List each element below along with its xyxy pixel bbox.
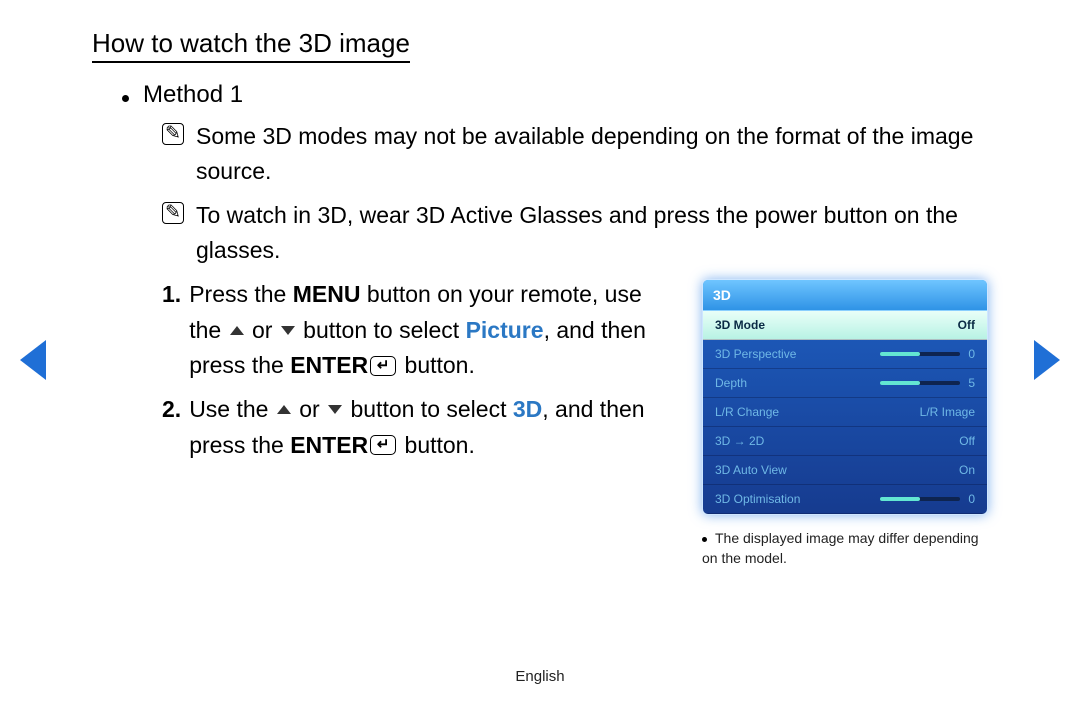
menu-keyword: MENU (293, 281, 361, 307)
text: button. (398, 352, 475, 378)
osd-row-value: 5 (968, 376, 975, 390)
caption-text: The displayed image may differ depending… (702, 530, 979, 566)
osd-row-label: L/R Change (715, 405, 779, 419)
slider-fill (880, 381, 920, 385)
osd-row-label: 3D Perspective (715, 347, 796, 361)
page-title: How to watch the 3D image (92, 28, 410, 63)
osd-menu-title: 3D (703, 280, 987, 311)
step-text: Use the or button to select 3D, and then… (189, 392, 670, 463)
text: button to select (297, 317, 466, 343)
osd-menu-row[interactable]: 3D → 2D Off (703, 427, 987, 456)
slider-track[interactable] (880, 497, 960, 501)
3d-keyword: 3D (513, 396, 542, 422)
osd-menu-row[interactable]: L/R Change L/R Image (703, 398, 987, 427)
slider-fill (880, 352, 920, 356)
note-icon: ✎ (162, 123, 184, 145)
osd-row-value-wrap: L/R Image (920, 405, 975, 419)
osd-row-label: 3D Optimisation (715, 492, 800, 506)
notes-block: ✎ Some 3D modes may not be available dep… (162, 119, 988, 267)
slider-track[interactable] (880, 381, 960, 385)
image-caption: The displayed image may differ depending… (702, 529, 988, 568)
note-icon: ✎ (162, 202, 184, 224)
note-item: ✎ Some 3D modes may not be available dep… (162, 119, 988, 188)
osd-row-label: 3D Mode (715, 318, 765, 332)
text: or (246, 317, 279, 343)
enter-icon: ↵ (370, 356, 396, 376)
osd-menu-row[interactable]: 3D Optimisation 0 (703, 485, 987, 514)
osd-row-value: L/R Image (920, 405, 975, 419)
osd-row-value-wrap: Off (959, 434, 975, 448)
slider-fill (880, 497, 920, 501)
page-footer-language: English (0, 668, 1080, 685)
text: button. (398, 432, 475, 458)
down-arrow-icon (328, 405, 342, 414)
manual-page: How to watch the 3D image Method 1 ✎ Som… (0, 0, 1080, 568)
method-heading: Method 1 (122, 81, 988, 109)
osd-row-value: 0 (968, 492, 975, 506)
steps-list: 1. Press the MENU button on your remote,… (162, 277, 670, 463)
step-text: Press the MENU button on your remote, us… (189, 277, 670, 384)
step-number: 2. (162, 392, 181, 463)
enter-keyword: ENTER (290, 352, 368, 378)
text: Press the (189, 281, 293, 307)
text: Use the (189, 396, 275, 422)
enter-icon: ↵ (370, 435, 396, 455)
slider-track[interactable] (880, 352, 960, 356)
method-label: Method 1 (143, 81, 243, 109)
enter-keyword: ENTER (290, 432, 368, 458)
note-text: To watch in 3D, wear 3D Active Glasses a… (196, 198, 988, 267)
osd-row-value-wrap: Off (958, 318, 975, 332)
step-number: 1. (162, 277, 181, 384)
osd-menu-row[interactable]: Depth 5 (703, 369, 987, 398)
osd-row-label: 3D → 2D (715, 434, 764, 448)
up-arrow-icon (230, 326, 244, 335)
osd-row-value: Off (958, 318, 975, 332)
note-text: Some 3D modes may not be available depen… (196, 119, 988, 188)
osd-row-value-wrap: 0 (880, 492, 975, 506)
step-2: 2. Use the or button to select 3D, and t… (162, 392, 670, 463)
bullet-dot-icon (702, 537, 707, 542)
down-arrow-icon (281, 326, 295, 335)
osd-row-value: 0 (968, 347, 975, 361)
note-item: ✎ To watch in 3D, wear 3D Active Glasses… (162, 198, 988, 267)
osd-row-value: On (959, 463, 975, 477)
osd-row-value-wrap: On (959, 463, 975, 477)
bullet-dot-icon (122, 95, 129, 102)
up-arrow-icon (277, 405, 291, 414)
osd-menu-row[interactable]: 3D Perspective 0 (703, 340, 987, 369)
osd-row-value-wrap: 5 (880, 376, 975, 390)
osd-menu-row[interactable]: 3D Mode Off (703, 311, 987, 340)
osd-row-value: Off (959, 434, 975, 448)
picture-keyword: Picture (466, 317, 544, 343)
text: or (293, 396, 326, 422)
osd-row-label: Depth (715, 376, 747, 390)
osd-row-value-wrap: 0 (880, 347, 975, 361)
osd-row-label: 3D Auto View (715, 463, 787, 477)
osd-menu-row[interactable]: 3D Auto View On (703, 456, 987, 485)
step-1: 1. Press the MENU button on your remote,… (162, 277, 670, 384)
osd-3d-menu: 3D 3D Mode Off 3D Perspective 0 Depth 5 L/R Ch… (702, 279, 988, 515)
text: button to select (344, 396, 513, 422)
